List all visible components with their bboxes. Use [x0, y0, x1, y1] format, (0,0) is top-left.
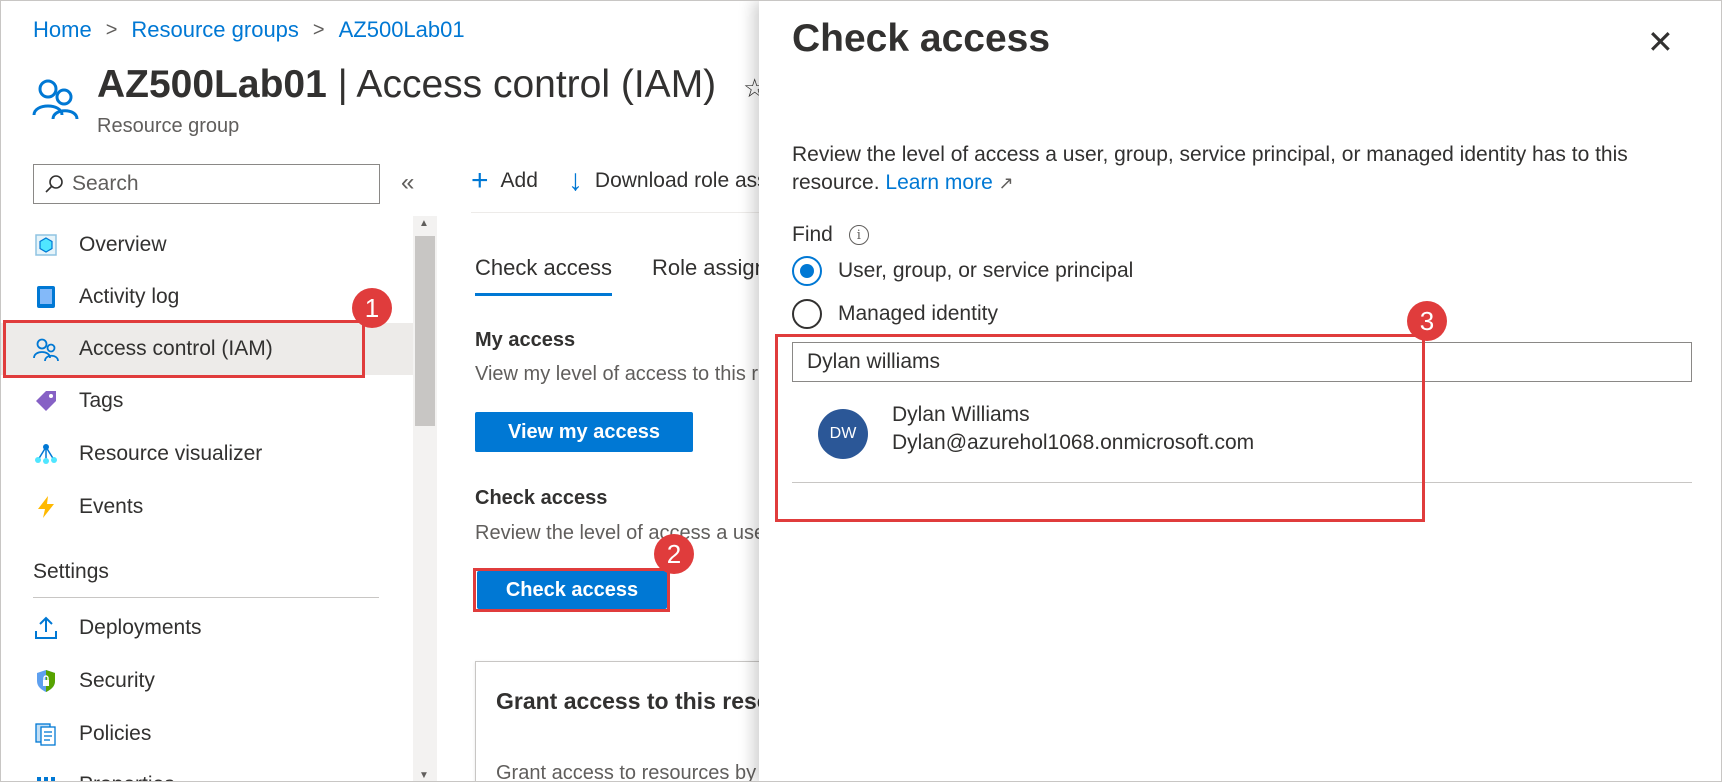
scrollbar-thumb[interactable] [415, 236, 435, 426]
panel-title: Check access [792, 17, 1051, 60]
settings-divider [33, 597, 379, 598]
page-subtitle: Resource group [97, 115, 240, 137]
sidebar-item-activity-log[interactable]: Activity log [1, 271, 413, 323]
grant-access-card: Grant access to this resource Grant acce… [475, 661, 907, 781]
radio-label: User, group, or service principal [838, 259, 1134, 282]
sidebar-item-overview[interactable]: Overview [1, 219, 413, 271]
sidebar-item-label: Events [79, 495, 144, 518]
sidebar-item-security[interactable]: Security [1, 655, 413, 707]
shield-icon [33, 668, 59, 694]
radio-user-group-sp[interactable]: User, group, or service principal [792, 256, 1133, 286]
sidebar-item-policies[interactable]: Policies [1, 708, 413, 760]
breadcrumb: Home > Resource groups > AZ500Lab01 [33, 17, 465, 43]
overview-icon [33, 232, 59, 258]
radio-button[interactable] [792, 299, 822, 329]
sidebar-item-events[interactable]: Events [1, 481, 413, 533]
sidebar-item-label: Policies [79, 722, 152, 745]
sidebar-item-label: Deployments [79, 616, 202, 639]
portal-frame: Home > Resource groups > AZ500Lab01 AZ50… [0, 0, 1722, 782]
close-icon[interactable]: ✕ [1647, 23, 1674, 61]
breadcrumb-separator: > [312, 18, 325, 41]
search-placeholder: Search [72, 172, 139, 195]
sidebar-search-input[interactable]: Search [33, 164, 380, 204]
visualizer-icon [33, 441, 59, 467]
my-access-title: My access [475, 329, 576, 351]
sidebar-item-label: Tags [79, 389, 124, 412]
step-badge-1: 1 [352, 288, 392, 328]
radio-label: Managed identity [838, 302, 998, 325]
sidebar-item-label: Activity log [79, 285, 180, 308]
breadcrumb-home[interactable]: Home [33, 17, 92, 43]
toolbar-divider [471, 212, 761, 213]
sidebar-scrollbar[interactable]: ▲ ▼ [413, 216, 437, 781]
sidebar-item-label: Security [79, 669, 155, 692]
radio-button-selected[interactable] [792, 256, 822, 286]
sidebar-item-label: Resource visualizer [79, 442, 263, 465]
policy-icon [33, 721, 59, 747]
scroll-up-icon[interactable]: ▲ [419, 218, 429, 229]
sidebar-item-tags[interactable]: Tags [1, 375, 413, 427]
find-label-row: Find i [792, 223, 869, 247]
highlight-box-3 [775, 334, 1425, 522]
tag-icon [33, 388, 59, 414]
breadcrumb-current[interactable]: AZ500Lab01 [339, 17, 465, 43]
check-access-title: Check access [475, 487, 608, 509]
highlight-box-1 [3, 320, 365, 378]
highlight-box-2 [473, 568, 670, 612]
collapse-sidebar-icon[interactable]: « [401, 169, 414, 197]
sidebar-item-label: Properties [79, 773, 175, 781]
step-badge-2: 2 [654, 534, 694, 574]
breadcrumb-separator: > [105, 18, 118, 41]
activity-log-icon [33, 284, 59, 310]
step-badge-3: 3 [1407, 301, 1447, 341]
download-icon: ↓ [567, 164, 583, 197]
page-title-resource: AZ500Lab01 [97, 63, 327, 106]
settings-section-header: Settings [33, 560, 109, 583]
external-link-icon: ↗ [998, 173, 1014, 193]
learn-more-link[interactable]: Learn more [885, 171, 992, 194]
page-title-blade: | Access control (IAM) [326, 63, 717, 106]
people-icon [32, 79, 79, 120]
add-label: Add [500, 169, 538, 192]
breadcrumb-resource-groups[interactable]: Resource groups [131, 17, 299, 43]
sidebar-item-resource-visualizer[interactable]: Resource visualizer [1, 428, 413, 480]
search-icon [45, 175, 63, 193]
page-title: AZ500Lab01 | Access control (IAM) [97, 63, 716, 107]
panel-description: Review the level of access a user, group… [792, 141, 1652, 197]
tab-check-access[interactable]: Check access [475, 255, 612, 296]
scroll-down-icon[interactable]: ▼ [419, 770, 429, 781]
sidebar-item-label: Overview [79, 233, 167, 256]
add-button[interactable]: + Add [471, 166, 538, 196]
upload-icon [33, 615, 59, 641]
info-icon[interactable]: i [848, 225, 869, 245]
lightning-icon [33, 494, 59, 520]
sidebar-item-deployments[interactable]: Deployments [1, 602, 413, 654]
sidebar-item-properties[interactable]: Properties [1, 759, 413, 781]
properties-icon [33, 772, 59, 781]
find-label: Find [792, 223, 833, 246]
view-my-access-button[interactable]: View my access [475, 412, 693, 452]
radio-managed-identity[interactable]: Managed identity [792, 299, 998, 329]
plus-icon: + [471, 164, 489, 197]
